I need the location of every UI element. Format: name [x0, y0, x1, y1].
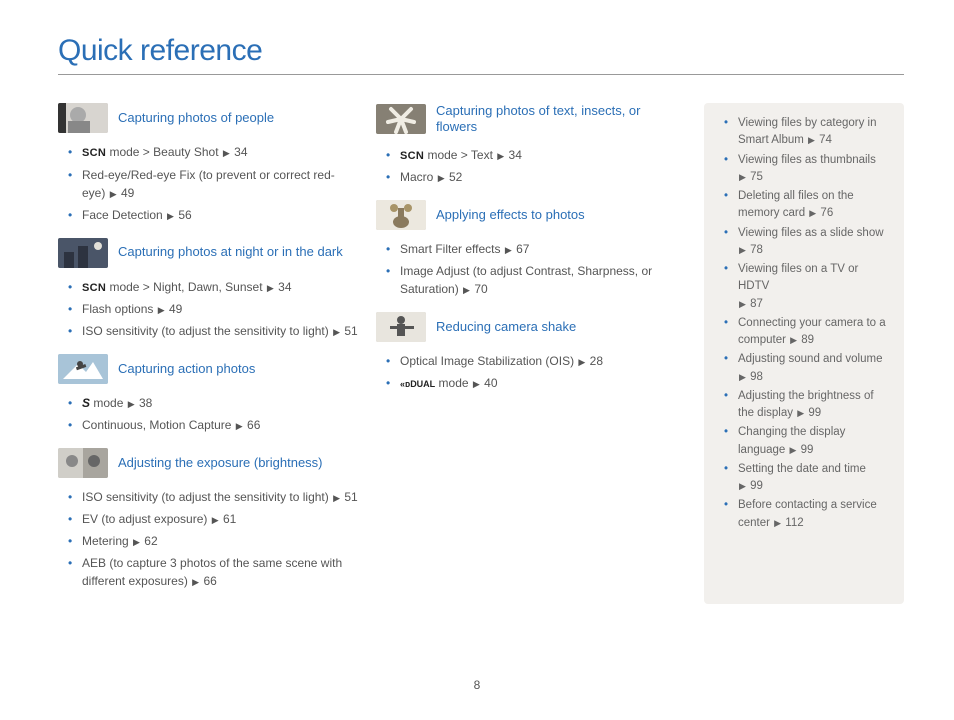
column-left: Capturing photos of people SCN mode > Be…: [58, 103, 358, 604]
list-item: Connecting your camera to a computer ▶ 8…: [728, 315, 892, 350]
list-item: SCN mode > Night, Dawn, Sunset ▶ 34: [72, 278, 358, 297]
arrow-icon: ▶: [211, 515, 220, 525]
list-effects: Smart Filter effects ▶ 67 Image Adjust (…: [376, 240, 656, 298]
list-item: EV (to adjust exposure) ▶ 61: [72, 510, 358, 528]
arrow-icon: ▶: [808, 208, 817, 218]
section-title: Adjusting the exposure (brightness): [118, 455, 323, 471]
arrow-icon: ▶: [109, 189, 118, 199]
list-item: Flash options ▶ 49: [72, 300, 358, 318]
arrow-icon: ▶: [191, 577, 200, 587]
arrow-icon: ▶: [472, 379, 481, 389]
list-item: Face Detection ▶ 56: [72, 206, 358, 224]
thumb-people-icon: [58, 103, 108, 133]
thumb-shake-icon: [376, 312, 426, 342]
arrow-icon: ▶: [332, 493, 341, 503]
list-item: Viewing files on a TV or HDTV ▶ 87: [728, 261, 892, 313]
arrow-icon: ▶: [462, 285, 471, 295]
list-exposure: ISO sensitivity (to adjust the sensitivi…: [58, 488, 358, 590]
list-shake: Optical Image Stabilization (OIS) ▶ 28 «…: [376, 352, 656, 392]
section-title: Capturing photos at night or in the dark: [118, 244, 343, 260]
section-title: Capturing photos of text, insects, or fl…: [436, 103, 656, 136]
arrow-icon: ▶: [222, 148, 231, 158]
dual-icon: «ᴅ: [400, 379, 410, 389]
column-right-sidebar: Viewing files by category in Smart Album…: [704, 103, 904, 604]
list-item: Viewing files as thumbnails ▶ 75: [728, 152, 892, 187]
arrow-icon: ▶: [807, 135, 816, 145]
list-item: Metering ▶ 62: [72, 532, 358, 550]
list-item: Before contacting a service center ▶ 112: [728, 497, 892, 532]
thumb-exposure-icon: [58, 448, 108, 478]
list-item: Image Adjust (to adjust Contrast, Sharpn…: [390, 262, 656, 298]
list-item: S mode ▶ 38: [72, 394, 358, 412]
arrow-icon: ▶: [577, 357, 586, 367]
arrow-icon: ▶: [789, 445, 798, 455]
arrow-icon: ▶: [266, 283, 275, 293]
arrow-icon: ▶: [738, 372, 747, 382]
list-item: SCN mode > Beauty Shot ▶ 34: [72, 143, 358, 162]
section-title: Applying effects to photos: [436, 207, 585, 223]
list-night: SCN mode > Night, Dawn, Sunset ▶ 34 Flas…: [58, 278, 358, 341]
arrow-icon: ▶: [738, 172, 747, 182]
arrow-icon: ▶: [132, 537, 141, 547]
list-item: Continuous, Motion Capture ▶ 66: [72, 416, 358, 434]
list-sidebar: Viewing files by category in Smart Album…: [722, 115, 892, 532]
list-item: Changing the display language ▶ 99: [728, 424, 892, 459]
section-shake: Reducing camera shake: [376, 312, 656, 342]
list-item: Deleting all files on the memory card ▶ …: [728, 188, 892, 223]
list-item: Viewing files as a slide show ▶ 78: [728, 225, 892, 260]
list-item: Adjusting sound and volume ▶ 98: [728, 351, 892, 386]
section-title: Capturing photos of people: [118, 110, 274, 126]
arrow-icon: ▶: [166, 211, 175, 221]
list-item: ISO sensitivity (to adjust the sensitivi…: [72, 488, 358, 506]
list-item: Macro ▶ 52: [390, 168, 656, 186]
column-middle: Capturing photos of text, insects, or fl…: [376, 103, 656, 604]
list-item: Optical Image Stabilization (OIS) ▶ 28: [390, 352, 656, 370]
list-item: Adjusting the brightness of the display …: [728, 388, 892, 423]
arrow-icon: ▶: [127, 399, 136, 409]
arrow-icon: ▶: [504, 245, 513, 255]
content-columns: Capturing photos of people SCN mode > Be…: [58, 103, 904, 604]
scn-icon: SCN: [400, 150, 424, 162]
list-item: AEB (to capture 3 photos of the same sce…: [72, 554, 358, 590]
page-number: 8: [0, 678, 954, 692]
section-macro: Capturing photos of text, insects, or fl…: [376, 103, 656, 136]
arrow-icon: ▶: [437, 173, 446, 183]
section-title: Reducing camera shake: [436, 319, 576, 335]
scn-icon: SCN: [82, 147, 106, 159]
list-people: SCN mode > Beauty Shot ▶ 34 Red-eye/Red-…: [58, 143, 358, 224]
list-action: S mode ▶ 38 Continuous, Motion Capture ▶…: [58, 394, 358, 434]
list-macro: SCN mode > Text ▶ 34 Macro ▶ 52: [376, 146, 656, 187]
arrow-icon: ▶: [496, 151, 505, 161]
arrow-icon: ▶: [332, 327, 341, 337]
section-night: Capturing photos at night or in the dark: [58, 238, 358, 268]
list-item: SCN mode > Text ▶ 34: [390, 146, 656, 165]
list-item: Viewing files by category in Smart Album…: [728, 115, 892, 150]
arrow-icon: ▶: [157, 305, 166, 315]
arrow-icon: ▶: [773, 518, 782, 528]
list-item: Setting the date and time ▶ 99: [728, 461, 892, 496]
section-exposure: Adjusting the exposure (brightness): [58, 448, 358, 478]
section-people: Capturing photos of people: [58, 103, 358, 133]
page-title: Quick reference: [58, 34, 904, 75]
arrow-icon: ▶: [738, 299, 747, 309]
arrow-icon: ▶: [738, 481, 747, 491]
thumb-night-icon: [58, 238, 108, 268]
list-item: Red-eye/Red-eye Fix (to prevent or corre…: [72, 166, 358, 202]
s-mode-icon: S: [82, 396, 90, 410]
list-item: Smart Filter effects ▶ 67: [390, 240, 656, 258]
scn-icon: SCN: [82, 282, 106, 294]
section-action: Capturing action photos: [58, 354, 358, 384]
arrow-icon: ▶: [796, 408, 805, 418]
section-title: Capturing action photos: [118, 361, 255, 377]
thumb-action-icon: [58, 354, 108, 384]
list-item: «ᴅDUAL mode ▶ 40: [390, 374, 656, 392]
thumb-macro-icon: [376, 104, 426, 134]
arrow-icon: ▶: [738, 245, 747, 255]
section-effects: Applying effects to photos: [376, 200, 656, 230]
arrow-icon: ▶: [789, 335, 798, 345]
thumb-effects-icon: [376, 200, 426, 230]
list-item: ISO sensitivity (to adjust the sensitivi…: [72, 322, 358, 340]
arrow-icon: ▶: [235, 421, 244, 431]
